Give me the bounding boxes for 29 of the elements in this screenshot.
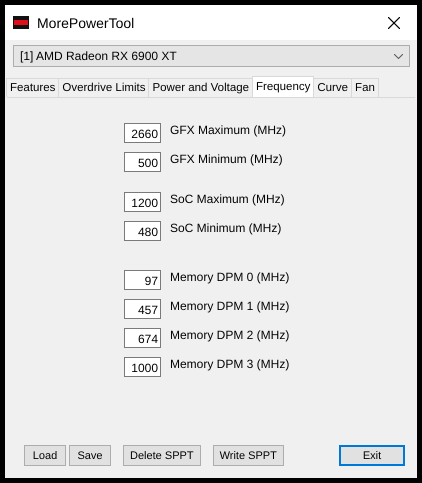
number-field[interactable]: 674 [124, 328, 161, 348]
number-field[interactable]: 2660 [124, 123, 161, 143]
action-button[interactable]: Save [69, 445, 111, 466]
field-label: GFX Minimum (MHz) [170, 152, 283, 166]
number-field[interactable]: 1200 [124, 192, 161, 212]
field-label: GFX Maximum (MHz) [170, 123, 286, 137]
app-logo-icon [13, 16, 29, 29]
field-label: SoC Maximum (MHz) [170, 192, 285, 206]
chevron-down-icon [394, 54, 403, 58]
action-button[interactable]: Delete SPPT [123, 445, 201, 466]
number-field[interactable]: 97 [124, 270, 161, 290]
number-field[interactable]: 1000 [124, 357, 161, 377]
field-label: Memory DPM 1 (MHz) [170, 299, 290, 313]
tab[interactable]: Frequency [252, 76, 314, 97]
exit-button[interactable]: Exit [339, 445, 405, 466]
field-label: Memory DPM 0 (MHz) [170, 270, 290, 284]
tab[interactable]: Fan [351, 78, 379, 97]
window-title: MorePowerTool [37, 14, 136, 30]
action-button[interactable]: Write SPPT [212, 445, 284, 466]
field-label: Memory DPM 2 (MHz) [170, 328, 290, 342]
number-field[interactable]: 480 [124, 221, 161, 241]
action-button[interactable]: Load [24, 445, 66, 466]
close-icon [388, 16, 400, 28]
tab[interactable]: Features [6, 78, 60, 97]
number-field[interactable]: 457 [124, 299, 161, 319]
number-field[interactable]: 500 [124, 152, 161, 172]
device-dropdown[interactable]: [1] AMD Radeon RX 6900 XT [13, 45, 410, 67]
field-label: SoC Minimum (MHz) [170, 221, 282, 235]
field-label: Memory DPM 3 (MHz) [170, 357, 290, 371]
